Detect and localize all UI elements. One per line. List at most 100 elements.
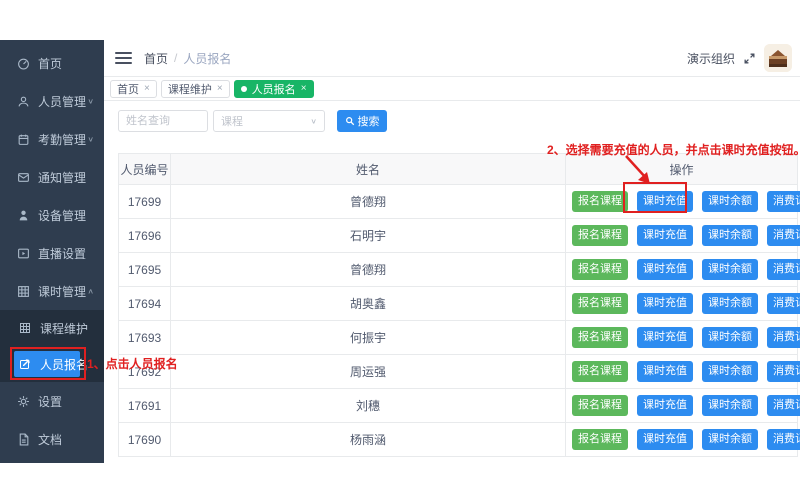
- topbar-right: 演示组织: [687, 44, 792, 72]
- sidebar-item-course-maintenance[interactable]: 课程维护: [0, 310, 104, 346]
- tab-label: 课程维护: [168, 81, 212, 97]
- enroll-course-button[interactable]: 报名课程: [572, 429, 628, 449]
- table-row: 17692 周运强 报名课程 课时充值 课时余额 消费记录: [119, 354, 797, 388]
- recharge-hours-button[interactable]: 课时充值: [637, 293, 693, 313]
- sidebar-item-live-settings[interactable]: 直播设置: [0, 234, 104, 272]
- hours-balance-button[interactable]: 课时余额: [702, 293, 758, 313]
- sidebar-item-personnel-mgmt[interactable]: 人员管理 ∨: [0, 82, 104, 120]
- main-area: 首页 / 人员报名 演示组织: [104, 40, 800, 463]
- search-row: 课程 ∨ 搜索: [118, 110, 786, 132]
- sidebar-item-label: 通知管理: [38, 169, 86, 186]
- recharge-hours-button[interactable]: 课时充值: [637, 259, 693, 279]
- enroll-course-button[interactable]: 报名课程: [572, 361, 628, 381]
- tab-label: 人员报名: [252, 81, 296, 97]
- hours-icon: [17, 285, 30, 298]
- sidebar-item-settings[interactable]: 设置: [0, 382, 104, 420]
- annotation-step2: 2、选择需要充值的人员，并点击课时充值按钮。: [547, 141, 800, 158]
- table-row: 17699 曾德翔 报名课程 课时充值 课时余额 消费记录: [119, 184, 797, 218]
- person-id-cell: 17691: [119, 389, 171, 422]
- recharge-hours-button[interactable]: 课时充值: [637, 429, 693, 449]
- hours-balance-button[interactable]: 课时余额: [702, 225, 758, 245]
- enroll-course-button[interactable]: 报名课程: [572, 259, 628, 279]
- dashboard-icon: [17, 57, 30, 70]
- tab-course-maintenance[interactable]: 课程维护 ×: [161, 80, 230, 98]
- sidebar-item-label: 设备管理: [38, 207, 86, 224]
- sidebar-item-attendance-mgmt[interactable]: 考勤管理 ∨: [0, 120, 104, 158]
- consumption-records-button[interactable]: 消费记录: [767, 395, 800, 415]
- recharge-hours-button[interactable]: 课时充值: [637, 225, 693, 245]
- app-window: 首页 人员管理 ∨ 考勤管理 ∨ 通知管理: [0, 40, 800, 463]
- search-button[interactable]: 搜索: [337, 110, 387, 132]
- attendance-icon: [17, 133, 30, 146]
- avatar[interactable]: [764, 44, 792, 72]
- chevron-up-icon: ∧: [87, 287, 94, 296]
- enroll-course-button[interactable]: 报名课程: [572, 191, 628, 211]
- sidebar-item-label: 人员管理: [38, 93, 86, 110]
- course-select-placeholder: 课程: [221, 113, 243, 129]
- person-name-cell: 周运强: [171, 355, 566, 388]
- recharge-hours-button[interactable]: 课时充值: [637, 327, 693, 347]
- enroll-course-button[interactable]: 报名课程: [572, 395, 628, 415]
- hamburger-menu-icon[interactable]: [115, 52, 132, 64]
- hours-balance-button[interactable]: 课时余额: [702, 327, 758, 347]
- close-icon[interactable]: ×: [217, 84, 223, 94]
- fullscreen-icon[interactable]: [743, 52, 756, 65]
- hours-balance-button[interactable]: 课时余额: [702, 395, 758, 415]
- sidebar-item-device-mgmt[interactable]: 设备管理: [0, 196, 104, 234]
- close-icon[interactable]: ×: [144, 84, 150, 94]
- hours-balance-button[interactable]: 课时余额: [702, 429, 758, 449]
- person-id-cell: 17695: [119, 253, 171, 286]
- consumption-records-button[interactable]: 消费记录: [767, 327, 800, 347]
- hours-balance-button[interactable]: 课时余额: [702, 361, 758, 381]
- person-name-cell: 刘穗: [171, 389, 566, 422]
- course-select[interactable]: 课程 ∨: [213, 110, 325, 132]
- consumption-records-button[interactable]: 消费记录: [767, 293, 800, 313]
- breadcrumb-home[interactable]: 首页: [144, 50, 168, 67]
- device-icon: [17, 209, 30, 222]
- name-search-input[interactable]: [118, 110, 208, 132]
- annotation-step1: 1、点击人员报名: [87, 355, 178, 372]
- table-row: 17690 杨雨涵 报名课程 课时充值 课时余额 消费记录: [119, 422, 797, 456]
- consumption-records-button[interactable]: 消费记录: [767, 429, 800, 449]
- document-icon: [17, 433, 30, 446]
- consumption-records-button[interactable]: 消费记录: [767, 225, 800, 245]
- close-icon[interactable]: ×: [301, 84, 307, 94]
- table-row: 17693 何振宇 报名课程 课时充值 课时余额 消费记录: [119, 320, 797, 354]
- tab-personnel-enrollment[interactable]: 人员报名 ×: [234, 80, 314, 98]
- open-tabs-bar: 首页 × 课程维护 × 人员报名 ×: [104, 77, 800, 101]
- consumption-records-button[interactable]: 消费记录: [767, 361, 800, 381]
- screen: 首页 人员管理 ∨ 考勤管理 ∨ 通知管理: [0, 0, 800, 500]
- sidebar-item-class-hours-mgmt[interactable]: 课时管理 ∧: [0, 272, 104, 310]
- active-menu-highlight: 人员报名: [14, 351, 80, 377]
- table-row: 17694 胡奥鑫 报名课程 课时充值 课时余额 消费记录: [119, 286, 797, 320]
- sidebar-item-docs[interactable]: 文档: [0, 420, 104, 458]
- hours-balance-button[interactable]: 课时余额: [702, 191, 758, 211]
- enroll-course-button[interactable]: 报名课程: [572, 327, 628, 347]
- chevron-down-icon: ∨: [87, 135, 94, 144]
- person-name-cell: 曾德翔: [171, 253, 566, 286]
- breadcrumb-current: 人员报名: [183, 50, 231, 67]
- table-row: 17691 刘穗 报名课程 课时充值 课时余额 消费记录: [119, 388, 797, 422]
- sidebar-item-label: 课时管理: [38, 283, 86, 300]
- top-bar: 首页 / 人员报名 演示组织: [104, 40, 800, 77]
- enroll-course-button[interactable]: 报名课程: [572, 225, 628, 245]
- sidebar-item-home[interactable]: 首页: [0, 44, 104, 82]
- recharge-hours-button[interactable]: 课时充值: [637, 395, 693, 415]
- gear-icon: [17, 395, 30, 408]
- person-name-cell: 石明宇: [171, 219, 566, 252]
- person-name-cell: 杨雨涵: [171, 423, 566, 456]
- consumption-records-button[interactable]: 消费记录: [767, 259, 800, 279]
- enroll-course-button[interactable]: 报名课程: [572, 293, 628, 313]
- tab-home[interactable]: 首页 ×: [110, 80, 157, 98]
- mail-icon: [17, 171, 30, 184]
- person-name-cell: 曾德翔: [171, 185, 566, 218]
- recharge-hours-button[interactable]: 课时充值: [637, 361, 693, 381]
- column-header-name: 姓名: [171, 154, 566, 184]
- course-table-icon: [19, 322, 31, 334]
- consumption-records-button[interactable]: 消费记录: [767, 191, 800, 211]
- hours-balance-button[interactable]: 课时余额: [702, 259, 758, 279]
- chevron-down-icon: ∨: [310, 117, 317, 126]
- sidebar-item-label: 直播设置: [38, 245, 86, 262]
- sidebar-item-notice-mgmt[interactable]: 通知管理: [0, 158, 104, 196]
- recharge-hours-button[interactable]: 课时充值: [637, 191, 693, 211]
